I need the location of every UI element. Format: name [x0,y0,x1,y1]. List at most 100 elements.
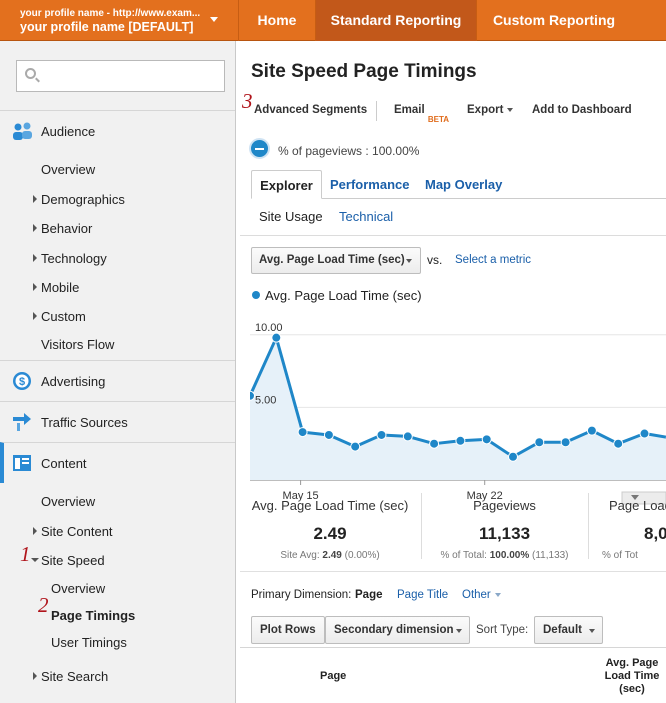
column-header-avg-page-load-time[interactable]: Avg. Page Load Time (sec) [597,657,666,696]
dimension-other[interactable]: Other [462,589,501,601]
secondary-dimension-label: Secondary dimension [334,624,454,636]
legend-swatch [252,291,260,299]
divider [240,647,666,648]
dimension-page-title[interactable]: Page Title [397,589,448,601]
expand-arrow-icon [33,195,37,203]
tab-home[interactable]: Home [238,0,315,41]
collapse-arrow-icon [31,558,39,562]
scorecard-page-load: Page Load 8,0 % of Tot [600,489,666,567]
export-label: Export [467,104,504,116]
divider [240,235,666,236]
secondary-dimension-dropdown[interactable]: Secondary dimension [325,616,470,644]
sidebar-item-site-speed[interactable]: Site Speed [31,553,105,568]
sidebar-item-custom[interactable]: Custom [33,309,86,324]
chart-area-fill [250,337,666,480]
annotation-marker-2: 2 [38,593,49,617]
expand-arrow-icon [33,672,37,680]
scorecard-value: 11,133 [478,524,531,543]
advanced-segments-button[interactable]: Advanced Segments [254,104,367,116]
sidebar-item-site-search[interactable]: Site Search [33,669,109,684]
scorecard-pageviews: Pageviews 11,133 % of Total: 100.00% (11… [422,489,587,567]
select-metric-link[interactable]: Select a metric [455,254,531,266]
sidebar: Audience Overview Demographics Behavior … [0,41,236,703]
legend-label: Avg. Page Load Time (sec) [265,288,422,303]
column-header-page[interactable]: Page [320,670,346,682]
sidebar-item-demographics[interactable]: Demographics [33,192,125,207]
chevron-down-icon [589,629,595,633]
profile-url: your profile name - http://www.exam... [20,8,201,19]
sort-type-label: Sort Type: [476,624,529,636]
sidebar-item-label: Site Speed [41,553,105,568]
dimension-page[interactable]: Page [355,589,383,601]
top-navigation-bar: your profile name - http://www.exam... y… [0,0,666,41]
chevron-down-icon [406,259,412,263]
expand-arrow-icon [33,312,37,320]
expand-arrow-icon [33,224,37,232]
chart-y-tick-label: 10.00 [255,322,283,334]
chart-data-point [271,332,282,343]
sidebar-item-label: Demographics [41,192,125,207]
sidebar-item-label: Mobile [41,280,80,295]
scorecard-label: Pageviews [473,498,536,513]
tab-map-overlay[interactable]: Map Overlay [425,170,502,199]
expand-arrow-icon [33,254,37,262]
tab-explorer[interactable]: Explorer [251,170,322,199]
sidebar-item-overview[interactable]: Overview [41,162,95,177]
divider [588,493,589,559]
line-chart[interactable]: 10.005.00May 15 May 22 [250,303,666,508]
sidebar-item-mobile[interactable]: Mobile [33,280,80,295]
sidebar-item-label: Site Search [41,669,109,684]
sidebar-section-label: Traffic Sources [41,414,128,430]
scorecard-sub-prefix: Site Avg: [280,550,323,561]
chart-data-point [297,427,308,438]
plot-rows-button[interactable]: Plot Rows [251,616,325,644]
search-input[interactable] [16,60,225,92]
svg-text:$: $ [19,376,25,388]
metric-dropdown[interactable]: Avg. Page Load Time (sec) [251,247,421,274]
segment-pie-icon[interactable] [249,138,270,159]
sidebar-item-visitors-flow[interactable]: Visitors Flow [41,337,114,352]
chart-data-point [534,437,545,448]
sidebar-item-behavior[interactable]: Behavior [33,221,93,236]
content-icon [13,455,31,471]
sidebar-item-content-overview[interactable]: Overview [41,494,95,509]
chart-data-point [250,390,255,401]
expand-arrow-icon [33,527,37,535]
subtab-site-usage[interactable]: Site Usage [259,209,323,224]
tab-custom-reporting[interactable]: Custom Reporting [476,0,631,41]
audience-icon [13,122,32,140]
report-actions-bar: Advanced Segments Email BETA Export Add … [240,95,666,125]
add-to-dashboard-button[interactable]: Add to Dashboard [532,104,632,116]
subtab-technical[interactable]: Technical [339,209,393,224]
chart-data-point [560,437,571,448]
email-button[interactable]: Email BETA [394,104,449,124]
sidebar-item-technology[interactable]: Technology [33,251,107,266]
chart-y-tick-label: 5.00 [255,394,276,406]
sort-type-dropdown[interactable]: Default [534,616,603,644]
dollar-icon: $ [13,372,31,390]
chevron-down-icon [210,17,218,22]
expand-arrow-icon [33,283,37,291]
export-button[interactable]: Export [467,104,514,116]
chart-data-point [429,438,440,449]
sidebar-item-site-speed-overview[interactable]: Overview [51,581,105,596]
sidebar-item-page-timings[interactable]: Page Timings [51,608,135,623]
search-icon [25,68,36,79]
sidebar-section-advertising[interactable]: $ Advertising [0,360,235,401]
sidebar-item-user-timings[interactable]: User Timings [51,635,127,650]
sidebar-item-label: Behavior [41,221,93,236]
tab-performance[interactable]: Performance [330,170,409,199]
tab-standard-reporting[interactable]: Standard Reporting [315,0,476,41]
chart-legend: Avg. Page Load Time (sec) [252,288,422,303]
sidebar-section-audience[interactable]: Audience [0,110,235,151]
scorecard-value: 8,0 [644,524,666,543]
chart-data-point [613,438,624,449]
sidebar-section-traffic-sources[interactable]: Traffic Sources [0,401,235,442]
scorecard-avg-page-load-time: Avg. Page Load Time (sec) 2.49 Site Avg:… [240,489,420,567]
divider [376,101,377,121]
profile-name: your profile name [DEFAULT] [20,20,194,34]
profile-selector[interactable]: your profile name - http://www.exam... y… [0,0,238,41]
sidebar-item-site-content[interactable]: Site Content [33,524,113,539]
sidebar-section-content[interactable]: Content [0,442,235,483]
scorecard-sub: Site Avg: 2.49 (0.00%) [240,550,420,561]
